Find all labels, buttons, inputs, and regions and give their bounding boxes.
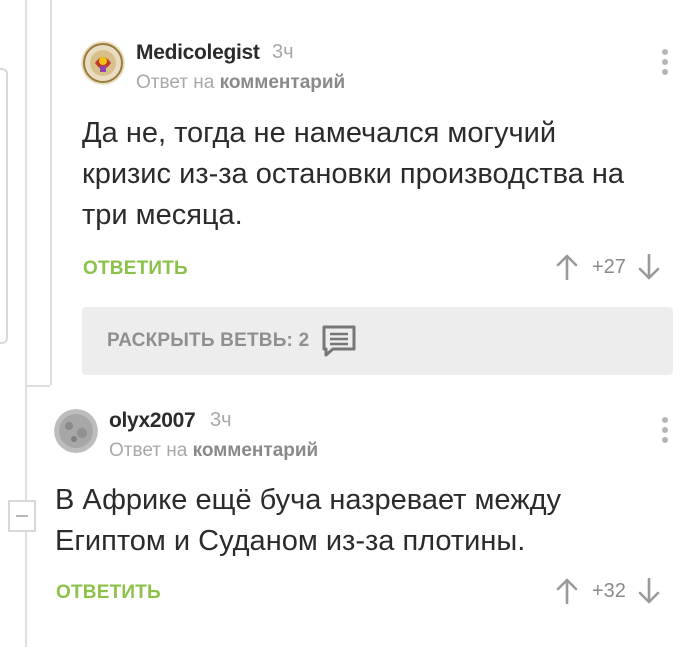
- avatar[interactable]: [81, 41, 125, 85]
- reply-prefix: Ответ на: [136, 72, 215, 93]
- reply-prefix: Ответ на: [109, 440, 188, 461]
- comment-text-line: кризис из-за остановки производства на: [82, 158, 625, 190]
- comment-text: Да не, тогда не намечался могучий кризис…: [82, 113, 682, 236]
- expand-thread-label: РАСКРЫТЬ ВЕТВЬ: 2: [107, 330, 310, 351]
- thread-connector: [25, 385, 50, 387]
- comment-text-line: Да не, тогда не намечался могучий: [82, 117, 557, 149]
- thread-line-inner: [50, 0, 52, 385]
- vote-controls: +27: [556, 254, 660, 280]
- upvote-arrow-icon[interactable]: [556, 254, 578, 280]
- reply-button[interactable]: ОТВЕТИТЬ: [83, 258, 188, 280]
- vote-controls: +32: [556, 578, 660, 604]
- username[interactable]: Medicolegist: [136, 41, 260, 65]
- downvote-arrow-icon[interactable]: [638, 578, 660, 604]
- reply-to-line: Ответ на комментарий: [109, 440, 318, 462]
- reply-to-line: Ответ на комментарий: [136, 72, 345, 94]
- avatar[interactable]: [54, 409, 98, 453]
- more-menu-icon[interactable]: [660, 49, 670, 79]
- comment-text: В Африке ещё буча назревает между Египто…: [55, 480, 655, 562]
- thread-scroll-handle[interactable]: [0, 68, 8, 344]
- comment-lines-icon: [322, 325, 356, 357]
- comment-text-line: В Африке ещё буча назревает между: [55, 484, 562, 516]
- comment-time: 3ч: [272, 41, 294, 63]
- collapse-thread-button[interactable]: [8, 500, 36, 532]
- downvote-arrow-icon[interactable]: [638, 254, 660, 280]
- comment-time: 3ч: [210, 409, 232, 431]
- vote-score: +27: [592, 255, 626, 278]
- reply-target-link[interactable]: комментарий: [220, 72, 346, 93]
- expand-thread-button[interactable]: РАСКРЫТЬ ВЕТВЬ: 2: [82, 307, 673, 375]
- upvote-arrow-icon[interactable]: [556, 578, 578, 604]
- thread-line-outer: [25, 0, 27, 647]
- more-menu-icon[interactable]: [660, 417, 670, 447]
- minus-icon: [16, 515, 28, 517]
- comment-text-line: Египтом и Суданом из-за плотины.: [55, 525, 526, 557]
- reply-button[interactable]: ОТВЕТИТЬ: [56, 582, 161, 604]
- reply-target-link[interactable]: комментарий: [193, 440, 319, 461]
- username[interactable]: olyx2007: [109, 409, 196, 433]
- vote-score: +32: [592, 579, 626, 602]
- comment-text-line: три месяца.: [82, 199, 243, 231]
